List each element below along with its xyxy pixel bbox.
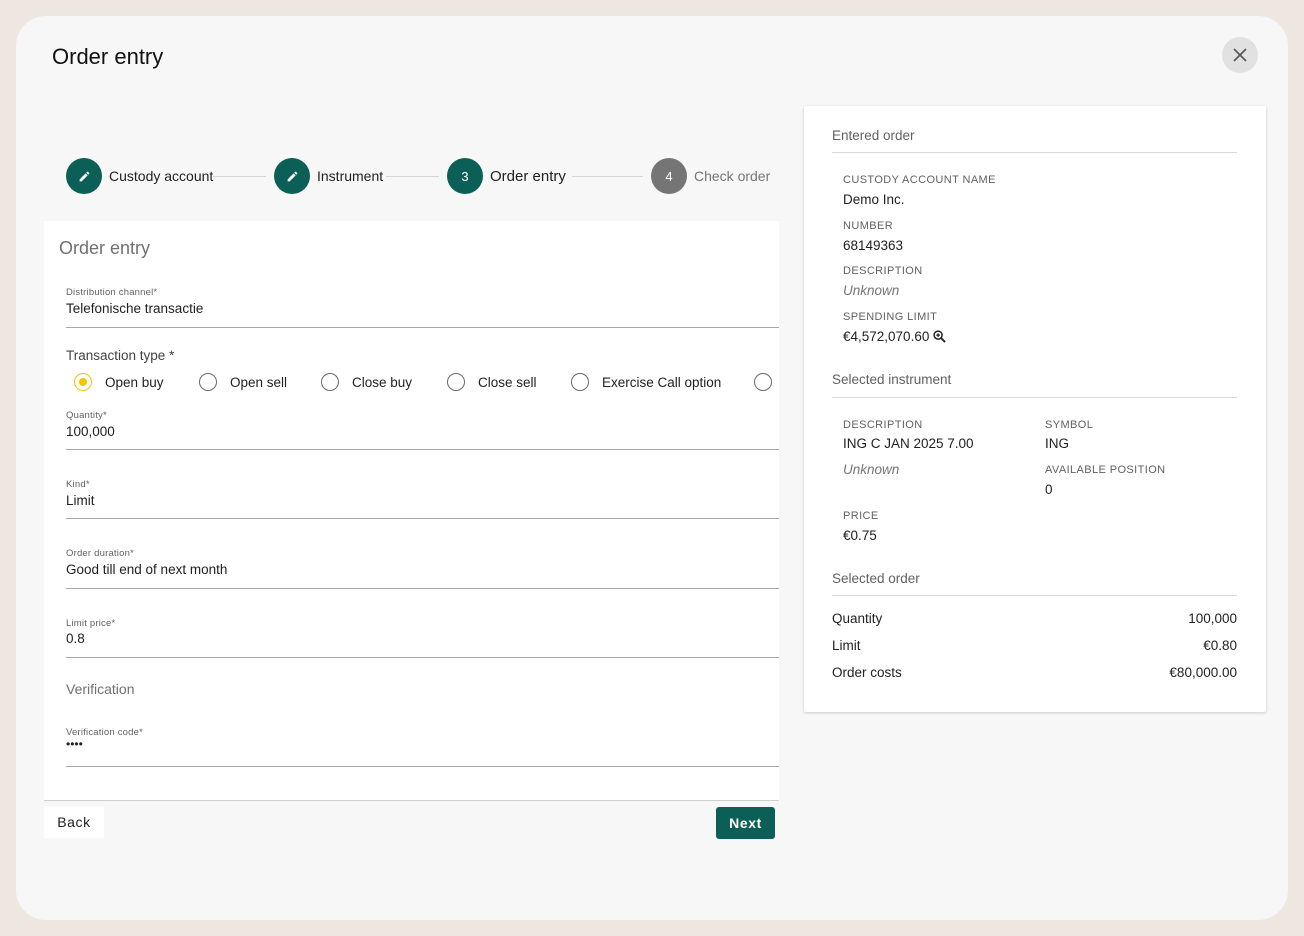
field-value: Limit: [66, 493, 95, 508]
step-connector: [386, 176, 439, 177]
spending-limit-value: €4,572,070.60: [843, 329, 930, 344]
radio-button[interactable]: [754, 373, 772, 391]
dialog-title: Order entry: [52, 44, 164, 69]
radio-label: Exercise Call option: [602, 374, 722, 390]
kind-field[interactable]: Kind* Limit: [66, 479, 779, 519]
radio-button[interactable]: [321, 373, 339, 391]
price-value: €0.75: [843, 528, 877, 543]
close-button[interactable]: [1222, 37, 1258, 73]
radio-button-checked[interactable]: [74, 373, 92, 391]
radio-label: Open buy: [105, 374, 164, 390]
order-duration-field[interactable]: Order duration* Good till end of next mo…: [66, 548, 779, 589]
symbol-value: ING: [1045, 436, 1070, 451]
quantity-field[interactable]: Quantity* 100,000: [66, 410, 779, 450]
instrument-description-sub: Unknown: [843, 462, 900, 477]
radio-button[interactable]: [447, 373, 465, 391]
radio-button[interactable]: [571, 373, 589, 391]
radio-label: Close buy: [352, 374, 413, 390]
order-quantity-value: 100,000: [1188, 611, 1237, 626]
instrument-description-value: ING C JAN 2025 7.00: [843, 436, 974, 451]
step-label-check-order: Check order: [694, 168, 771, 184]
step-connector: [572, 176, 643, 177]
zoom-in-icon[interactable]: [933, 330, 947, 343]
step-connector: [213, 176, 266, 177]
transaction-type-label: Transaction type *: [66, 348, 175, 363]
available-position-label: AVAILABLE POSITION: [1045, 464, 1166, 476]
step-instrument[interactable]: [274, 158, 310, 194]
divider: [832, 397, 1237, 398]
field-label: Distribution channel*: [66, 287, 158, 298]
radio-label: Close sell: [478, 374, 537, 390]
form-title: Order entry: [59, 238, 151, 258]
step-custody-account[interactable]: [66, 158, 102, 194]
entered-order-title: Entered order: [832, 128, 915, 143]
order-entry-form: Order entry Distribution channel* Telefo…: [44, 221, 779, 801]
limit-price-field[interactable]: Limit price* 0.8: [66, 618, 779, 658]
step-label-order-entry: Order entry: [490, 168, 566, 185]
close-icon: [1233, 48, 1247, 62]
step-order-entry: 3: [447, 158, 483, 194]
divider: [832, 595, 1237, 596]
divider: [832, 152, 1237, 153]
custody-account-name-value: Demo Inc.: [843, 192, 905, 207]
field-value: ••••: [66, 737, 83, 751]
field-value: 100,000: [66, 424, 115, 439]
order-entry-dialog: Order entry Custody account Instrument 3…: [16, 16, 1288, 920]
order-limit-label: Limit: [832, 638, 861, 653]
order-quantity-label: Quantity: [832, 611, 883, 626]
selected-order-title: Selected order: [832, 571, 920, 586]
field-value: 0.8: [66, 631, 85, 646]
order-costs-value: €80,000.00: [1169, 665, 1237, 680]
field-label: Kind*: [66, 479, 90, 490]
radio-exercise-call-option[interactable]: Exercise Call option: [571, 372, 721, 392]
field-label: Quantity*: [66, 410, 107, 421]
verification-code-field[interactable]: Verification code* ••••: [66, 727, 779, 767]
spending-limit-row: €4,572,070.60: [843, 329, 947, 344]
custody-account-name-label: CUSTODY ACCOUNT NAME: [843, 174, 996, 186]
verification-title: Verification: [66, 681, 135, 697]
number-label: NUMBER: [843, 220, 894, 232]
pencil-icon: [287, 171, 297, 181]
step-number: 4: [665, 168, 673, 184]
available-position-value: 0: [1045, 482, 1053, 497]
order-costs-label: Order costs: [832, 665, 902, 680]
step-label-instrument[interactable]: Instrument: [317, 168, 383, 184]
radio-button[interactable]: [199, 373, 217, 391]
step-number: 3: [461, 168, 469, 184]
radio-close-buy[interactable]: Close buy: [321, 372, 412, 392]
field-label: Limit price*: [66, 618, 116, 629]
field-label: Order duration*: [66, 548, 134, 559]
radio-open-buy[interactable]: Open buy: [74, 372, 164, 392]
symbol-label: SYMBOL: [1045, 419, 1094, 431]
field-value: Good till end of next month: [66, 562, 228, 577]
order-limit-value: €0.80: [1203, 638, 1237, 653]
radio-close-sell[interactable]: Close sell: [447, 372, 537, 392]
back-button[interactable]: Back: [44, 806, 104, 838]
transaction-type-radio-group: Open buy Open sell Close buy Close sell …: [66, 371, 779, 393]
radio-label: Open sell: [230, 374, 288, 390]
pencil-icon: [79, 171, 89, 181]
distribution-channel-field[interactable]: Distribution channel* Telefonische trans…: [66, 287, 779, 328]
next-button[interactable]: Next: [716, 807, 775, 839]
field-value: Telefonische transactie: [66, 301, 204, 316]
instrument-description-label: DESCRIPTION: [843, 419, 923, 431]
description-label: DESCRIPTION: [843, 265, 923, 277]
number-value: 68149363: [843, 238, 904, 253]
step-check-order: 4: [651, 158, 687, 194]
radio-open-sell[interactable]: Open sell: [199, 372, 287, 392]
order-summary-panel: Entered order CUSTODY ACCOUNT NAME Demo …: [804, 106, 1266, 712]
price-label: PRICE: [843, 510, 879, 522]
radio-more-option[interactable]: [754, 372, 772, 392]
spending-limit-label: SPENDING LIMIT: [843, 311, 938, 323]
selected-instrument-title: Selected instrument: [832, 372, 952, 387]
step-label-custody-account[interactable]: Custody account: [109, 168, 213, 184]
description-value: Unknown: [843, 283, 900, 298]
